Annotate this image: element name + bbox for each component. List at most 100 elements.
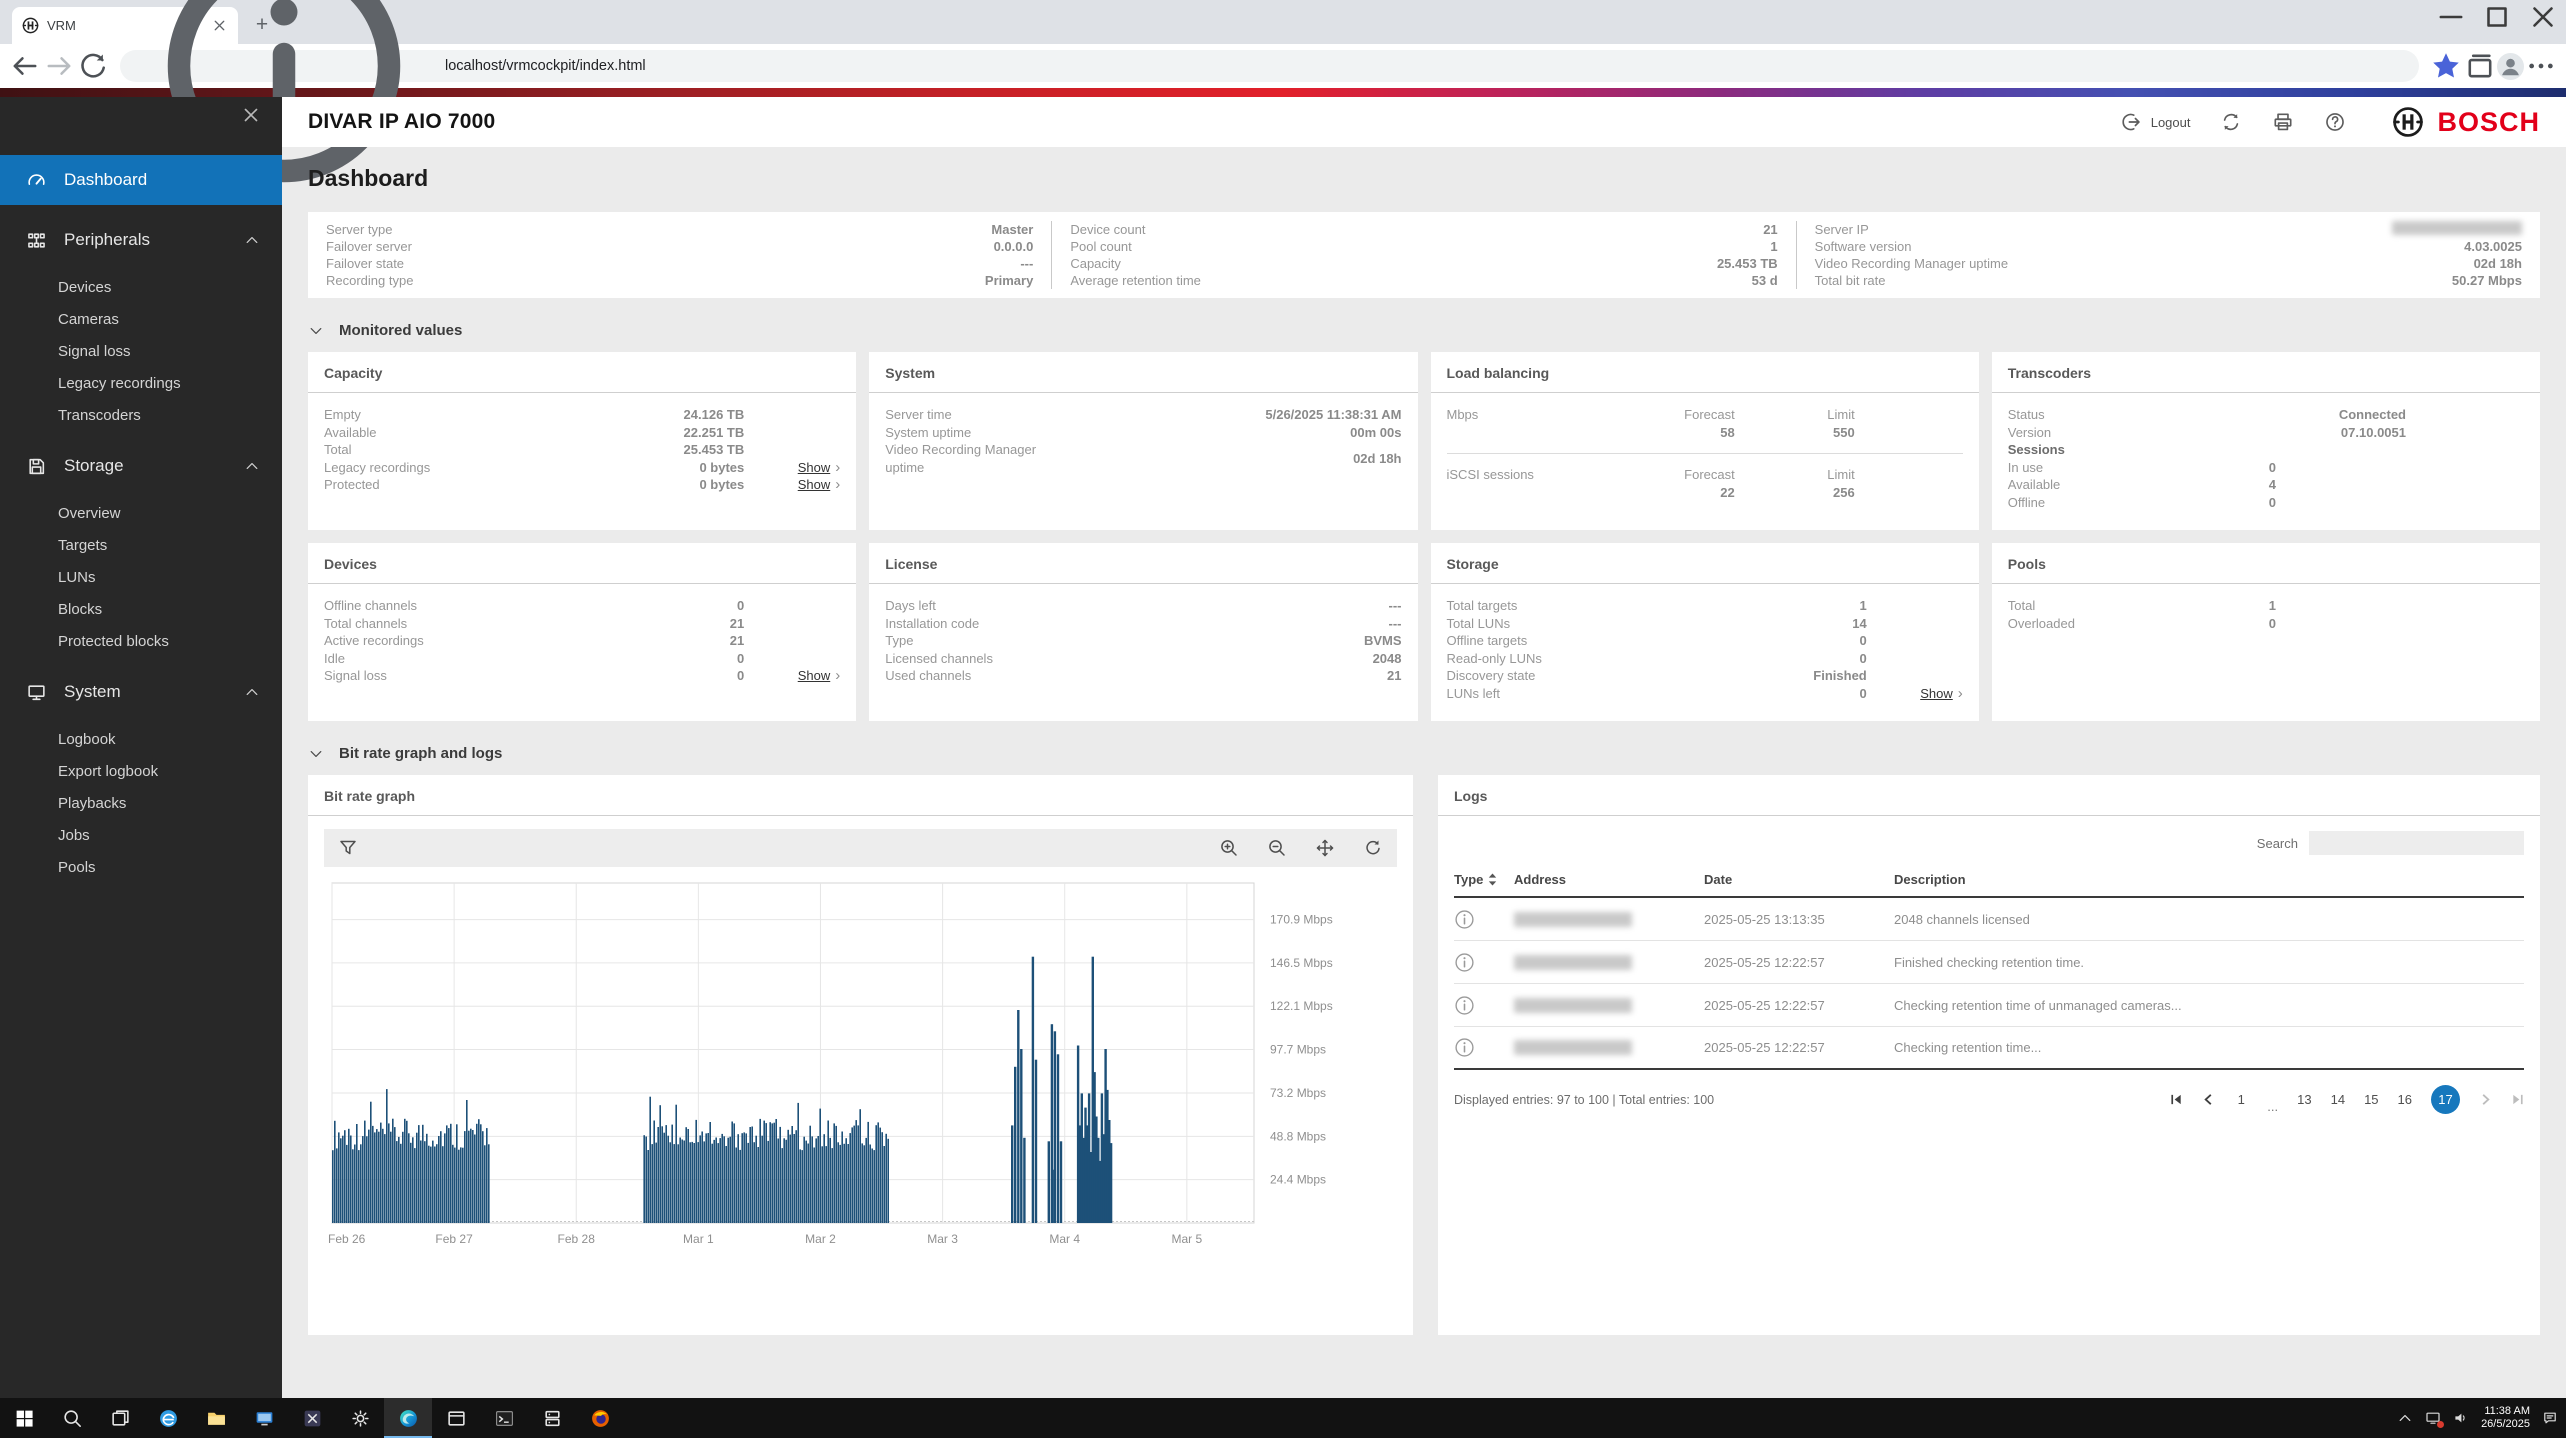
sidebar-subitem-logbook[interactable]: Logbook [0, 723, 282, 755]
sidebar-item-peripherals[interactable]: Peripherals [0, 215, 282, 265]
favorite-star-icon[interactable] [2429, 49, 2463, 83]
zoom-out-icon[interactable] [1267, 838, 1287, 858]
sidebar-subitem-devices[interactable]: Devices [0, 271, 282, 303]
maximize-button[interactable] [2474, 0, 2520, 34]
bosch-emblem [2392, 106, 2424, 138]
taskbar-snipping-tool-icon[interactable] [288, 1398, 336, 1438]
sidebar-item-dashboard[interactable]: Dashboard [0, 155, 282, 205]
sidebar-subitem-overview[interactable]: Overview [0, 497, 282, 529]
address-bar[interactable]: localhost/vrmcockpit/index.html [120, 50, 2419, 82]
card-pools: Pools Total1 Overloaded0 [1992, 543, 2540, 721]
page-number-16[interactable]: 16 [2398, 1092, 2412, 1107]
display-tray-icon[interactable] [2425, 1410, 2441, 1426]
collections-icon[interactable] [2463, 49, 2497, 83]
col-type[interactable]: Type [1454, 872, 1514, 887]
summary-row-failover-server: Failover server0.0.0.0 [326, 238, 1033, 255]
svg-text:73.2 Mbps: 73.2 Mbps [1270, 1086, 1326, 1100]
taskbar-search-icon[interactable] [48, 1398, 96, 1438]
prev-page-icon[interactable] [2202, 1093, 2215, 1106]
monitored-values-toggle[interactable]: Monitored values [308, 322, 2540, 339]
lb-group-head: iSCSI sessionsForecastLimit [1447, 466, 1855, 484]
page-number-15[interactable]: 15 [2364, 1092, 2378, 1107]
show-link[interactable]: Show [798, 667, 831, 685]
sidebar-subitem-transcoders[interactable]: Transcoders [0, 399, 282, 431]
taskbar-internet-explorer-icon[interactable] [144, 1398, 192, 1438]
show-link[interactable]: Show [798, 476, 831, 494]
lb-group-values: 22256 [1447, 484, 1855, 502]
sidebar-subitem-protected-blocks[interactable]: Protected blocks [0, 625, 282, 657]
taskbar-clock[interactable]: 11:38 AM 26/5/2025 [2481, 1405, 2530, 1431]
sidebar-subitem-cameras[interactable]: Cameras [0, 303, 282, 335]
help-button[interactable] [2324, 111, 2346, 133]
minimize-button[interactable] [2428, 0, 2474, 34]
taskbar-edge-icon[interactable] [384, 1398, 432, 1438]
page-number-17[interactable]: 17 [2431, 1085, 2460, 1114]
bitrate-section-toggle[interactable]: Bit rate graph and logs [308, 745, 2540, 762]
chevron-up-icon[interactable] [2397, 1410, 2413, 1426]
chevron-right-icon: › [1958, 687, 1963, 700]
filter-icon[interactable] [338, 838, 358, 858]
pan-icon[interactable] [1315, 838, 1335, 858]
log-row[interactable]: 2025-05-25 13:13:35 2048 channels licens… [1454, 898, 2524, 941]
window-app-icon [446, 1408, 467, 1429]
forward-icon[interactable] [42, 49, 76, 83]
summary-column: Server typeMasterFailover server0.0.0.0F… [308, 221, 1051, 289]
card-row-total-targets: Total targets1 [1447, 597, 1963, 615]
sidebar-subitem-signal-loss[interactable]: Signal loss [0, 335, 282, 367]
action-center-icon[interactable] [2542, 1410, 2558, 1426]
sidebar-subitem-targets[interactable]: Targets [0, 529, 282, 561]
log-description: 2048 channels licensed [1894, 912, 2524, 927]
volume-tray-icon[interactable] [2453, 1410, 2469, 1426]
page-number-13[interactable]: 13 [2297, 1092, 2311, 1107]
show-link[interactable]: Show [1920, 685, 1953, 703]
terminal-icon [494, 1408, 515, 1429]
sidebar-item-system[interactable]: System [0, 667, 282, 717]
windows-taskbar: 11:38 AM 26/5/2025 [0, 1398, 2566, 1438]
search-input[interactable] [2309, 831, 2524, 855]
sidebar-subitem-pools[interactable]: Pools [0, 851, 282, 883]
sidebar-subitem-legacy-recordings[interactable]: Legacy recordings [0, 367, 282, 399]
col-address: Address [1514, 872, 1704, 887]
show-link[interactable]: Show [798, 459, 831, 477]
reload-icon[interactable] [76, 49, 110, 83]
summary-row-video-recording-manager-uptime: Video Recording Manager uptime02d 18h [1815, 255, 2522, 272]
sync-button[interactable] [2220, 111, 2242, 133]
sidebar-subitem-jobs[interactable]: Jobs [0, 819, 282, 851]
taskbar-start-icon[interactable] [0, 1398, 48, 1438]
log-row[interactable]: 2025-05-25 12:22:57 Finished checking re… [1454, 941, 2524, 984]
sidebar-subitem-luns[interactable]: LUNs [0, 561, 282, 593]
print-button[interactable] [2272, 111, 2294, 133]
taskbar-terminal-icon[interactable] [480, 1398, 528, 1438]
log-row[interactable]: 2025-05-25 12:22:57 Checking retention t… [1454, 984, 2524, 1027]
taskbar-settings-gear-icon[interactable] [336, 1398, 384, 1438]
entries-status: Displayed entries: 97 to 100 | Total ent… [1454, 1093, 1714, 1107]
sidebar: Dashboard Peripherals DevicesCamerasSigna… [0, 97, 282, 1398]
back-icon[interactable] [8, 49, 42, 83]
close-button[interactable] [2520, 0, 2566, 34]
sidebar-subitem-blocks[interactable]: Blocks [0, 593, 282, 625]
logout-button[interactable]: Logout [2120, 111, 2191, 133]
reset-zoom-icon[interactable] [1363, 838, 1383, 858]
page-number-14[interactable]: 14 [2331, 1092, 2345, 1107]
more-menu-icon[interactable] [2524, 49, 2558, 83]
taskbar-file-explorer-icon[interactable] [192, 1398, 240, 1438]
taskbar-computer-icon[interactable] [240, 1398, 288, 1438]
bitrate-chart[interactable]: 24.4 Mbps48.8 Mbps73.2 Mbps97.7 Mbps122.… [324, 871, 1397, 1271]
taskbar-firefox-icon[interactable] [576, 1398, 624, 1438]
first-page-icon[interactable] [2170, 1093, 2183, 1106]
profile-avatar[interactable] [2497, 53, 2524, 80]
taskbar-window-app-icon[interactable] [432, 1398, 480, 1438]
next-page-icon[interactable] [2479, 1093, 2492, 1106]
sidebar-close-icon[interactable] [240, 104, 262, 126]
page-number-1[interactable]: 1 [2234, 1092, 2248, 1107]
taskbar-task-view-icon[interactable] [96, 1398, 144, 1438]
zoom-in-icon[interactable] [1219, 838, 1239, 858]
sidebar-subitem-export-logbook[interactable]: Export logbook [0, 755, 282, 787]
svg-text:122.1 Mbps: 122.1 Mbps [1270, 999, 1333, 1013]
sidebar-subitem-playbacks[interactable]: Playbacks [0, 787, 282, 819]
sidebar-item-storage[interactable]: Storage [0, 441, 282, 491]
log-row[interactable]: 2025-05-25 12:22:57 Checking retention t… [1454, 1027, 2524, 1070]
card-row-available: Available22.251 TB [324, 424, 840, 442]
last-page-icon[interactable] [2511, 1093, 2524, 1106]
taskbar-server-app-icon[interactable] [528, 1398, 576, 1438]
